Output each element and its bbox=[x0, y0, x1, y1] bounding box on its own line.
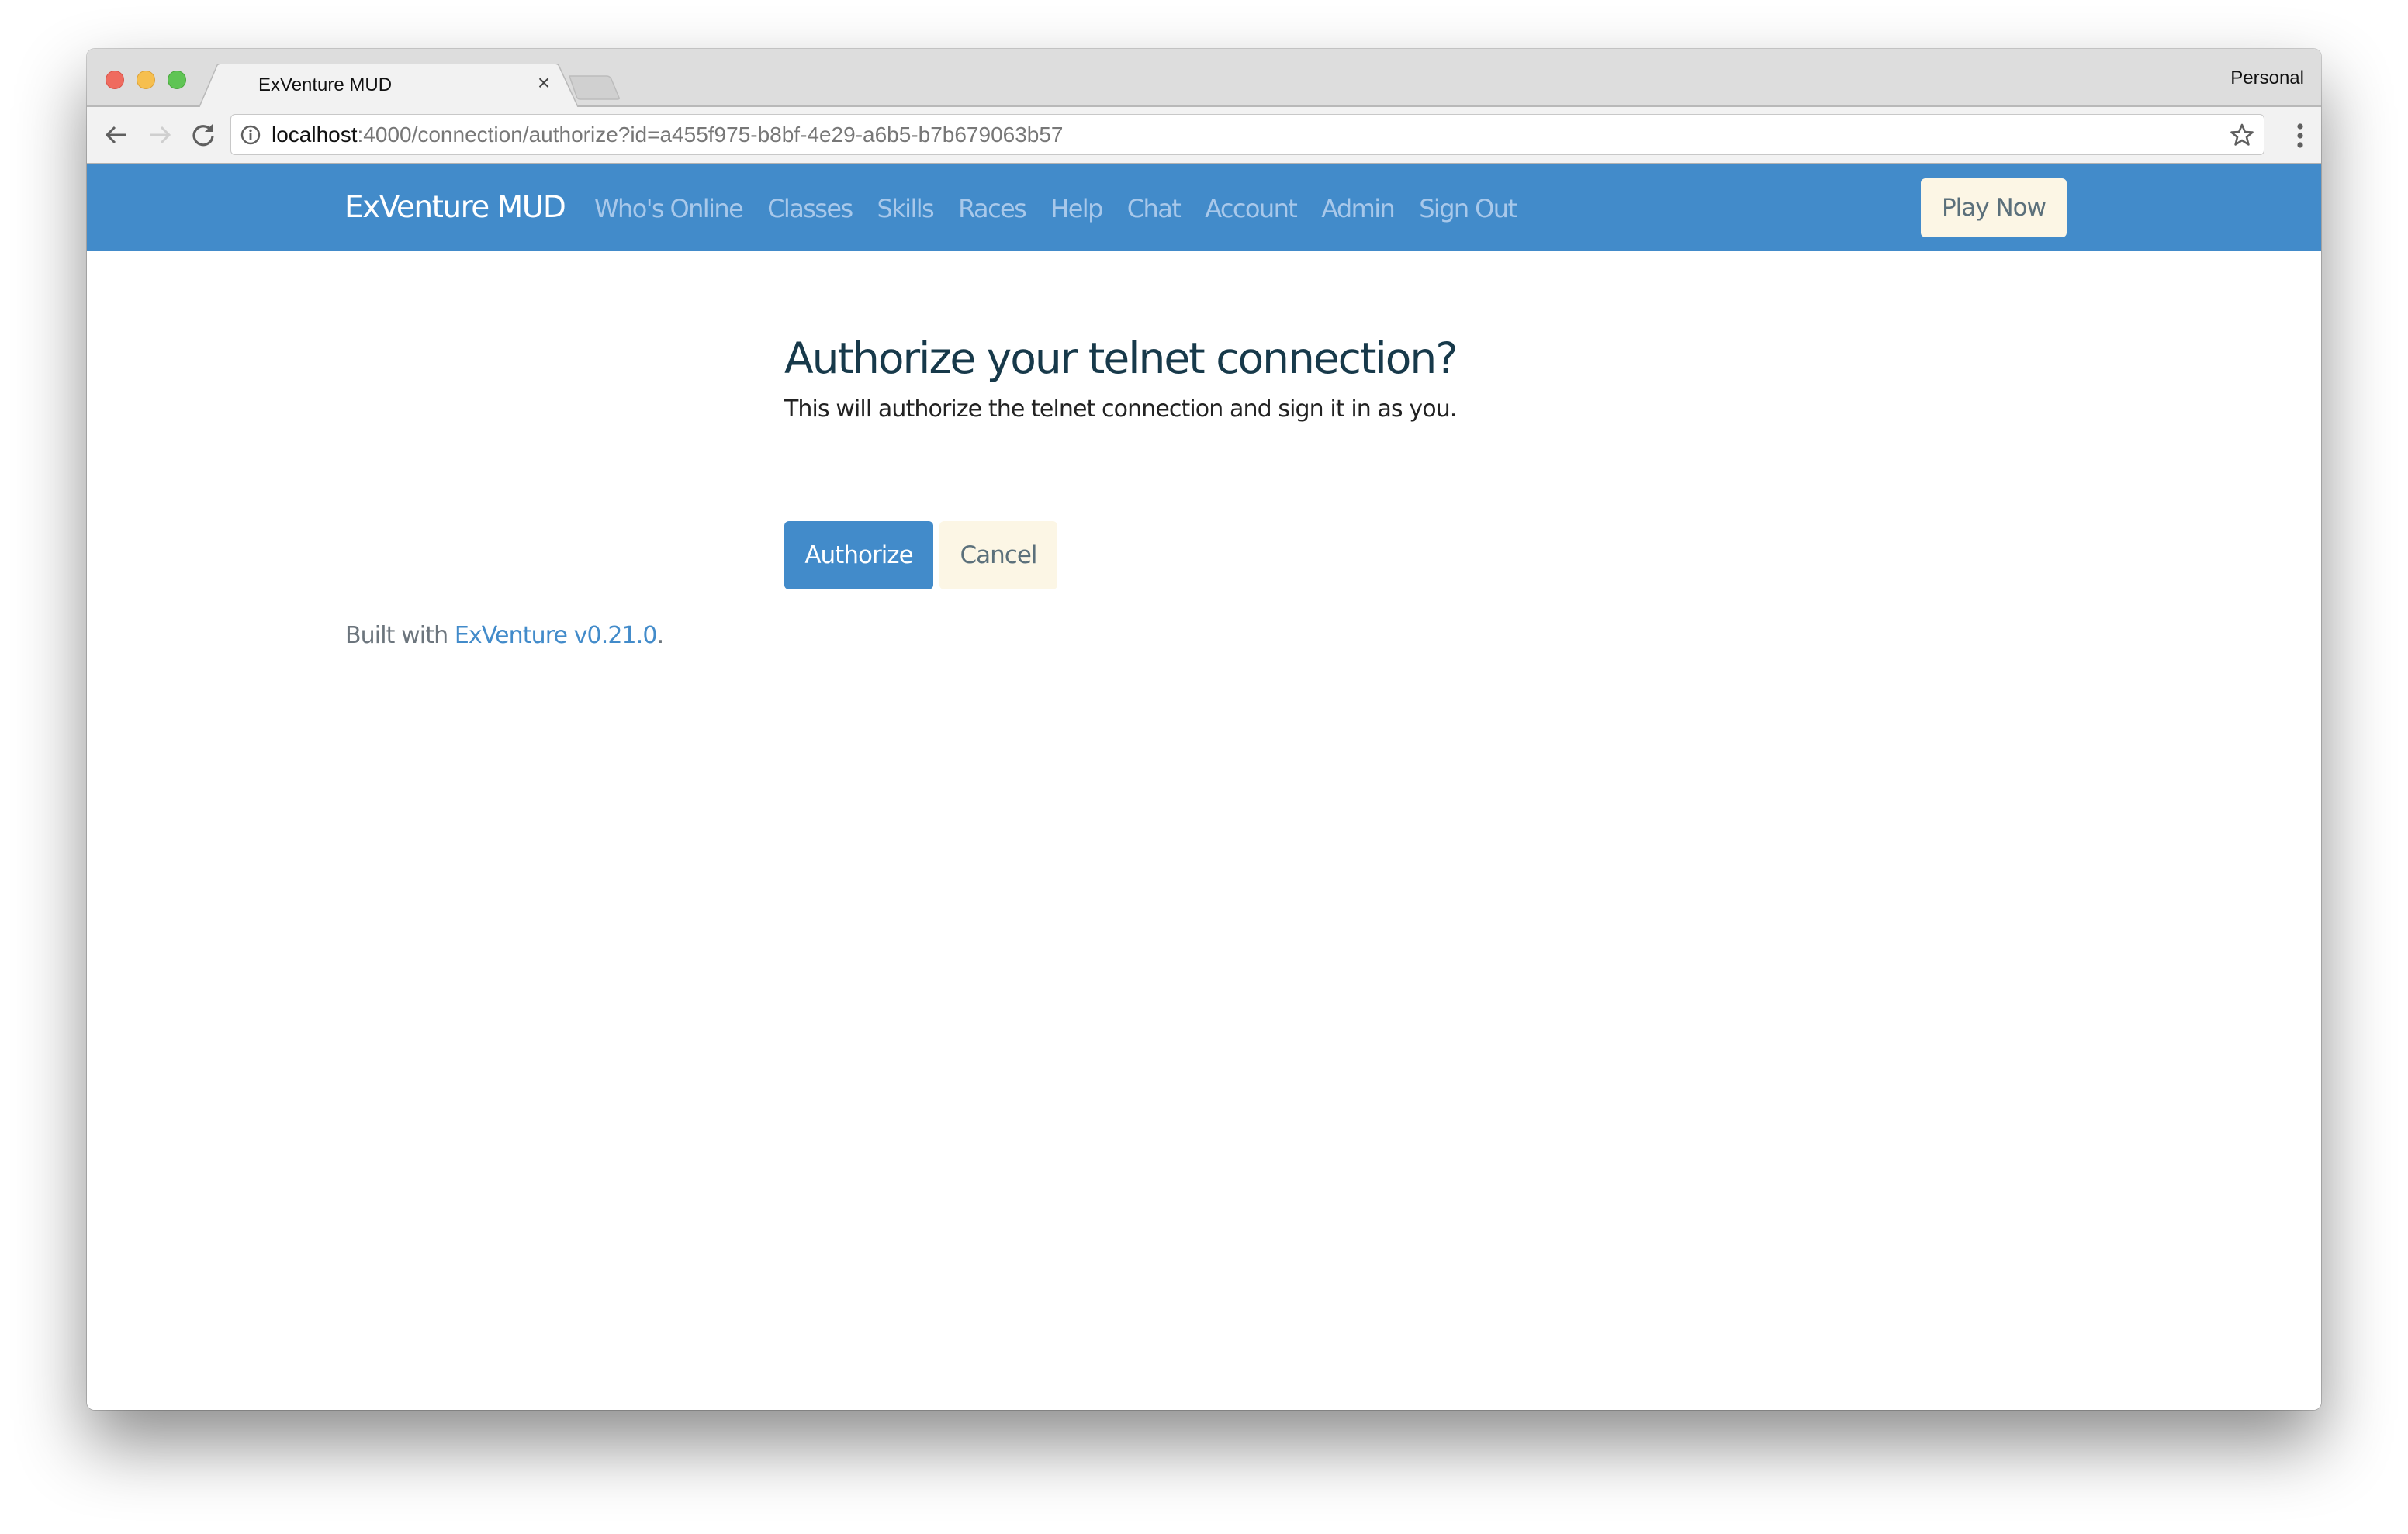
title-bar: ExVenture MUD × Personal bbox=[87, 49, 2321, 109]
new-tab-button[interactable] bbox=[568, 74, 622, 101]
info-icon[interactable] bbox=[240, 125, 261, 145]
page-title: Authorize your telnet connection? bbox=[784, 333, 1458, 383]
url-host: localhost bbox=[272, 123, 358, 147]
nav-link-skills[interactable]: Skills bbox=[877, 194, 935, 223]
nav-links: Who's Online Classes Skills Races Help C… bbox=[594, 194, 1541, 223]
nav-link-admin[interactable]: Admin bbox=[1321, 194, 1396, 223]
nav-link-races[interactable]: Races bbox=[958, 194, 1027, 223]
url-text[interactable]: localhost:4000/connection/authorize?id=a… bbox=[272, 123, 1064, 147]
star-icon[interactable] bbox=[2230, 123, 2254, 147]
nav-link-classes[interactable]: Classes bbox=[767, 194, 853, 223]
exventure-version-link[interactable]: ExVenture v0.21.0 bbox=[455, 622, 658, 649]
footer: Built with ExVenture v0.21.0. bbox=[345, 622, 665, 649]
browser-tab[interactable]: ExVenture MUD × bbox=[199, 64, 579, 109]
profile-name[interactable]: Personal bbox=[2230, 67, 2304, 89]
arrow-left-icon[interactable] bbox=[102, 121, 130, 149]
cancel-button[interactable]: Cancel bbox=[939, 521, 1057, 589]
authorize-panel: Authorize your telnet connection? This w… bbox=[784, 331, 1638, 589]
nav-link-whos-online[interactable]: Who's Online bbox=[594, 194, 744, 223]
site-navbar: ExVenture MUD Who's Online Classes Skill… bbox=[87, 164, 2321, 251]
address-bar[interactable]: localhost:4000/connection/authorize?id=a… bbox=[230, 114, 2264, 155]
brand-link[interactable]: ExVenture MUD bbox=[344, 190, 566, 225]
browser-toolbar: localhost:4000/connection/authorize?id=a… bbox=[87, 107, 2321, 164]
minimize-window-button[interactable] bbox=[137, 71, 155, 89]
maximize-window-button[interactable] bbox=[168, 71, 186, 89]
reload-icon[interactable] bbox=[189, 121, 217, 149]
footer-prefix: Built with bbox=[345, 622, 455, 649]
play-now-button[interactable]: Play Now bbox=[1921, 178, 2067, 237]
authorize-button[interactable]: Authorize bbox=[784, 521, 933, 589]
browser-window: ExVenture MUD × Personal localhost:4000/… bbox=[87, 49, 2321, 1410]
tab-close-icon[interactable]: × bbox=[532, 71, 555, 95]
url-path: :4000/connection/authorize?id=a455f975-b… bbox=[357, 123, 1064, 147]
tab-title: ExVenture MUD bbox=[258, 74, 393, 95]
close-window-button[interactable] bbox=[106, 71, 124, 89]
action-buttons: Authorize Cancel bbox=[784, 521, 1057, 589]
nav-link-chat[interactable]: Chat bbox=[1127, 194, 1182, 223]
nav-link-sign-out[interactable]: Sign Out bbox=[1419, 194, 1517, 223]
nav-link-account[interactable]: Account bbox=[1205, 194, 1298, 223]
nav-link-help[interactable]: Help bbox=[1050, 194, 1103, 223]
page-content: ExVenture MUD Who's Online Classes Skill… bbox=[87, 164, 2321, 1410]
page-description: This will authorize the telnet connectio… bbox=[784, 396, 1457, 423]
arrow-right-icon[interactable] bbox=[146, 121, 174, 149]
kebab-menu-icon[interactable] bbox=[2296, 123, 2304, 150]
footer-suffix: . bbox=[656, 622, 665, 649]
